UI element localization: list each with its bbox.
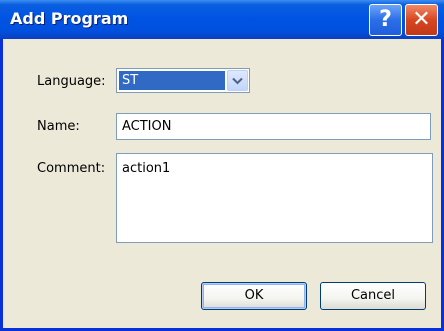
name-label: Name: [37,119,80,134]
comment-label: Comment: [37,161,106,176]
name-field[interactable]: ACTION [116,113,431,140]
add-program-dialog: Add Program ? ✕ Language: ST Name: ACTIO… [0,0,444,331]
language-select[interactable]: ST [116,68,250,93]
help-button[interactable]: ? [369,4,402,36]
language-dropdown-button[interactable] [227,70,248,91]
language-selected-value: ST [119,71,225,90]
help-icon: ? [379,7,392,32]
title-bar[interactable]: Add Program ? ✕ [0,0,444,39]
dialog-title: Add Program [10,9,129,28]
chevron-down-icon [232,77,243,84]
language-label: Language: [37,74,106,89]
close-button[interactable]: ✕ [405,4,438,36]
comment-field[interactable]: action1 [116,153,433,243]
cancel-button[interactable]: Cancel [320,282,426,310]
ok-button[interactable]: OK [201,282,307,310]
close-icon: ✕ [412,7,431,32]
